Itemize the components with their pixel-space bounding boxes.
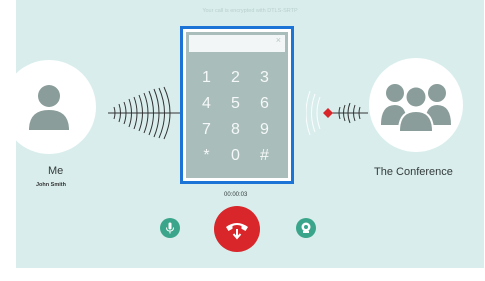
key-5[interactable]: 5 [221, 91, 250, 117]
key-9[interactable]: 9 [250, 117, 279, 143]
group-icon [381, 84, 451, 131]
call-screen: Your call is encrypted with DTLS-SRTP Me… [16, 0, 484, 268]
key-2[interactable]: 2 [221, 65, 250, 91]
dialpad-highlight: × 1 2 3 4 5 6 7 8 9 * 0 # [180, 26, 294, 184]
close-icon[interactable]: × [276, 35, 281, 45]
my-name: John Smith [36, 182, 66, 188]
phone-hangup-icon [226, 223, 248, 240]
conference-avatar [369, 58, 463, 152]
encryption-note: Your call is encrypted with DTLS-SRTP [202, 8, 298, 14]
key-6[interactable]: 6 [250, 91, 279, 117]
key-3[interactable]: 3 [250, 65, 279, 91]
my-label: Me [48, 165, 64, 177]
my-avatar [16, 60, 96, 154]
key-0[interactable]: 0 [221, 143, 250, 169]
call-timer: 00:00:03 [224, 192, 248, 198]
conference-label: The Conference [374, 166, 453, 178]
dialpad-keys: 1 2 3 4 5 6 7 8 9 * 0 # [192, 65, 284, 169]
mute-button[interactable] [160, 218, 180, 238]
microphone-icon [166, 222, 174, 234]
user-icon [29, 85, 69, 130]
key-7[interactable]: 7 [192, 117, 221, 143]
dialpad: × 1 2 3 4 5 6 7 8 9 * 0 # [186, 32, 288, 178]
key-star[interactable]: * [192, 143, 221, 169]
hangup-button[interactable] [214, 206, 260, 252]
video-button[interactable] [296, 218, 316, 238]
right-signal-waves [306, 90, 368, 136]
key-4[interactable]: 4 [192, 91, 221, 117]
key-8[interactable]: 8 [221, 117, 250, 143]
video-icon [301, 222, 311, 233]
left-signal-waves [108, 86, 188, 140]
dialpad-display[interactable]: × [189, 35, 285, 52]
key-hash[interactable]: # [250, 143, 279, 169]
key-1[interactable]: 1 [192, 65, 221, 91]
